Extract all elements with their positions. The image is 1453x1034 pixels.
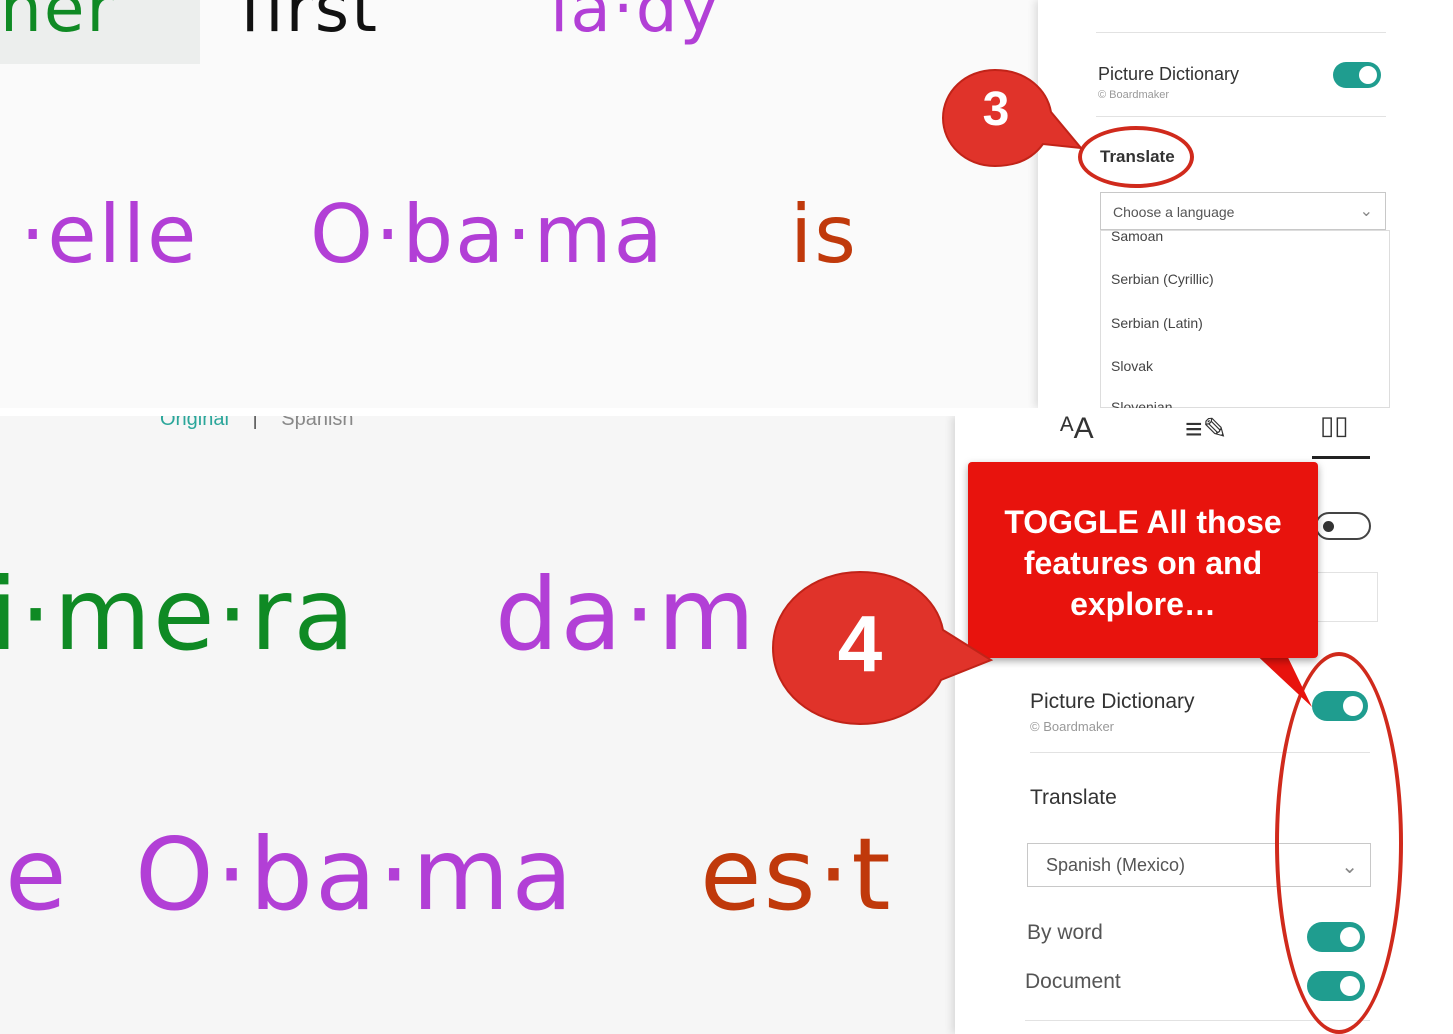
callout-3-number: 3 [982,83,1010,136]
document-label: Document [1025,970,1121,993]
bottom-screenshot-panel: Original | Spanish i·me·ra da·m e O·ba·m… [0,416,1453,1034]
language-option[interactable]: Serbian (Latin) [1111,315,1203,331]
language-option[interactable]: Slovenian [1111,399,1173,408]
reading-word[interactable]: e [5,816,69,933]
reading-word[interactable]: la·dy [550,0,721,47]
reading-preferences-sidebar: Picture Dictionary © Boardmaker Translat… [1038,0,1453,408]
tab-separator: | [252,416,258,430]
hidden-toggle[interactable] [1315,512,1371,540]
active-tab-underline [1312,456,1370,459]
reading-preferences-icon[interactable]: ▯▯ [1320,416,1349,441]
language-select[interactable]: Choose a language ⌄ [1100,192,1386,230]
language-option[interactable]: Serbian (Cyrillic) [1111,271,1214,287]
hidden-field [1310,572,1378,622]
grammar-options-icon[interactable]: ≡✎ [1185,416,1228,447]
language-option[interactable]: Samoan [1111,228,1163,244]
reading-word[interactable]: ner [0,0,116,47]
language-dropdown-list: Samoan Serbian (Cyrillic) Serbian (Latin… [1100,228,1390,408]
divider [1096,32,1386,33]
by-word-label: By word [1027,921,1103,944]
tip-box: TOGGLE All those features on and explore… [968,462,1318,658]
picture-dictionary-label: Picture Dictionary [1030,690,1195,713]
picture-dictionary-label: Picture Dictionary [1098,64,1240,84]
language-option[interactable]: Slovak [1111,358,1153,374]
reading-word[interactable]: is [790,188,858,281]
picture-dictionary-toggle[interactable] [1333,62,1381,88]
reading-word[interactable]: i·me·ra [0,556,357,673]
translate-label: Translate [1030,786,1117,809]
tab-original[interactable]: Original [160,416,229,430]
tab-spanish[interactable]: Spanish [281,416,353,430]
text-size-icon[interactable]: ᴬA [1060,416,1094,446]
reading-word[interactable]: O·ba·ma [135,816,575,933]
reading-word[interactable]: es·t [700,816,893,933]
language-select-placeholder: Choose a language [1113,204,1235,220]
reading-word[interactable]: first [240,0,379,47]
divider [1096,116,1386,117]
highlight-ring [1078,126,1194,188]
reading-word[interactable]: da·m [495,556,757,673]
top-screenshot-panel: ner first la·dy ·elle O·ba·ma is Picture… [0,0,1453,408]
reading-word[interactable]: ·elle [20,188,198,281]
chevron-down-icon: ⌄ [1359,203,1373,220]
picture-dictionary-credit: © Boardmaker [1098,89,1170,101]
reading-word[interactable]: O·ba·ma [310,188,665,281]
tip-text: TOGGLE All those features on and explore… [1004,504,1282,622]
language-select-value: Spanish (Mexico) [1046,855,1186,875]
picture-dictionary-credit: © Boardmaker [1030,719,1114,734]
callout-4-number: 4 [837,599,883,688]
view-tabs: Original | Spanish [160,416,354,431]
